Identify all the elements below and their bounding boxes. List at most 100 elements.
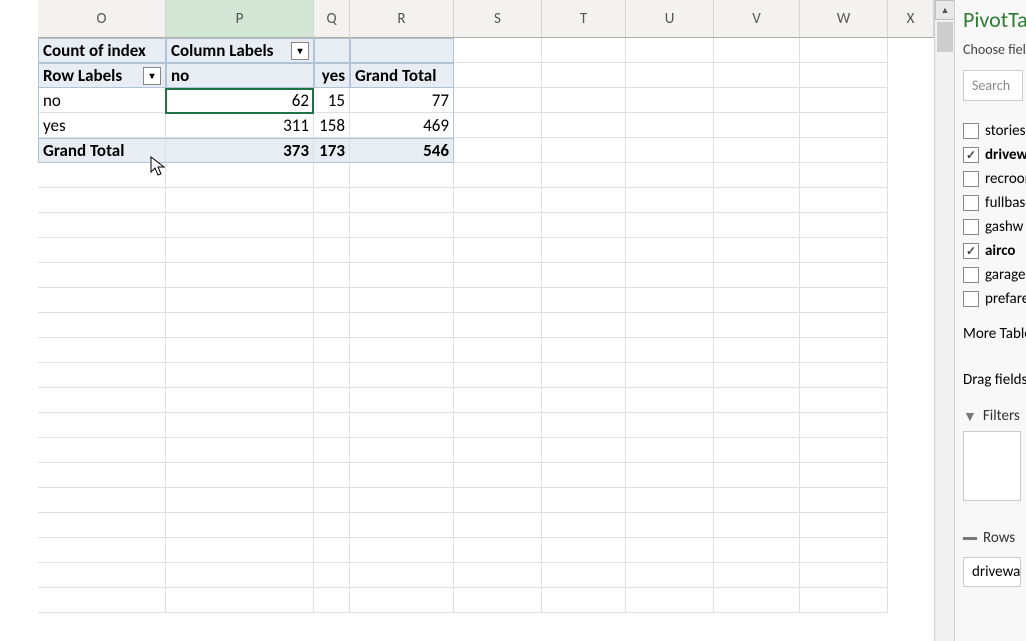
cell-r18-c2[interactable] bbox=[314, 463, 350, 488]
cell-r10-c2[interactable] bbox=[314, 263, 350, 288]
cell-r16-c7[interactable] bbox=[714, 413, 800, 438]
cell-r15-c6[interactable] bbox=[626, 388, 714, 413]
cell-r21-c5[interactable] bbox=[542, 538, 626, 563]
cell-r19-c5[interactable] bbox=[542, 488, 626, 513]
cell-r13-c6[interactable] bbox=[626, 338, 714, 363]
cell-r17-c7[interactable] bbox=[714, 438, 800, 463]
cell-r17-c3[interactable] bbox=[350, 438, 454, 463]
cell-r17-c2[interactable] bbox=[314, 438, 350, 463]
cell-r7-c6[interactable] bbox=[626, 188, 714, 213]
cell-s5[interactable] bbox=[454, 138, 542, 163]
cell-r16-c1[interactable] bbox=[166, 413, 314, 438]
field-stories[interactable]: stories bbox=[963, 119, 1026, 143]
cell-v2[interactable] bbox=[714, 63, 800, 88]
cell-q6[interactable] bbox=[314, 163, 350, 188]
col-header-t[interactable]: T bbox=[542, 0, 626, 38]
cell-r16-c3[interactable] bbox=[350, 413, 454, 438]
cell-r7-c5[interactable] bbox=[542, 188, 626, 213]
cell-s4[interactable] bbox=[454, 113, 542, 138]
cell-r8-c3[interactable] bbox=[350, 213, 454, 238]
cell-r22-c0[interactable] bbox=[38, 563, 166, 588]
field-airco[interactable]: airco bbox=[963, 239, 1026, 263]
cell-s6[interactable] bbox=[454, 163, 542, 188]
cell-r8-c4[interactable] bbox=[454, 213, 542, 238]
cell-r11-c8[interactable] bbox=[800, 288, 888, 313]
cell-r18-c7[interactable] bbox=[714, 463, 800, 488]
cell-r10-c0[interactable] bbox=[38, 263, 166, 288]
cell-r9-c8[interactable] bbox=[800, 238, 888, 263]
cell-r10-c5[interactable] bbox=[542, 263, 626, 288]
cell-r13-c8[interactable] bbox=[800, 338, 888, 363]
cell-r18-c1[interactable] bbox=[166, 463, 314, 488]
cell-u5[interactable] bbox=[626, 138, 714, 163]
cell-r8-c0[interactable] bbox=[38, 213, 166, 238]
cell-u4[interactable] bbox=[626, 113, 714, 138]
cell-r15-c3[interactable] bbox=[350, 388, 454, 413]
cell-r7-c7[interactable] bbox=[714, 188, 800, 213]
cell-r13-c0[interactable] bbox=[38, 338, 166, 363]
cell-r11-c0[interactable] bbox=[38, 288, 166, 313]
cell-r8-c2[interactable] bbox=[314, 213, 350, 238]
cell-r16-c0[interactable] bbox=[38, 413, 166, 438]
cell-r10-c7[interactable] bbox=[714, 263, 800, 288]
cell-r17-c0[interactable] bbox=[38, 438, 166, 463]
cell-r9-c7[interactable] bbox=[714, 238, 800, 263]
cell-yes-total[interactable]: 469 bbox=[350, 113, 454, 138]
cell-r20-c1[interactable] bbox=[166, 513, 314, 538]
cell-r9-c5[interactable] bbox=[542, 238, 626, 263]
cell-v4[interactable] bbox=[714, 113, 800, 138]
cell-r12-c1[interactable] bbox=[166, 313, 314, 338]
cell-r22-c2[interactable] bbox=[314, 563, 350, 588]
col-header-o[interactable]: O bbox=[38, 0, 166, 38]
cell-u6[interactable] bbox=[626, 163, 714, 188]
cell-r22-c7[interactable] bbox=[714, 563, 800, 588]
cell-r7-c4[interactable] bbox=[454, 188, 542, 213]
cell-r14-c5[interactable] bbox=[542, 363, 626, 388]
cell-t2[interactable] bbox=[542, 63, 626, 88]
cell-r16-c6[interactable] bbox=[626, 413, 714, 438]
cell-r21-c2[interactable] bbox=[314, 538, 350, 563]
grandtotal-no[interactable]: 373 bbox=[166, 138, 314, 163]
cell-r17-c4[interactable] bbox=[454, 438, 542, 463]
col-header-u[interactable]: U bbox=[626, 0, 714, 38]
field-driveway[interactable]: driveway bbox=[963, 143, 1026, 167]
cell-r20-c2[interactable] bbox=[314, 513, 350, 538]
column-labels-header[interactable]: Column Labels ▾ bbox=[166, 38, 314, 63]
cell-r19-c6[interactable] bbox=[626, 488, 714, 513]
cell-r9-c0[interactable] bbox=[38, 238, 166, 263]
field-garagepl[interactable]: garagepl bbox=[963, 263, 1026, 287]
cell-o6[interactable] bbox=[38, 163, 166, 188]
cell-no-no[interactable]: 62 bbox=[166, 88, 314, 113]
cell-r15-c7[interactable] bbox=[714, 388, 800, 413]
cell-r11-c3[interactable] bbox=[350, 288, 454, 313]
cell-r12-c2[interactable] bbox=[314, 313, 350, 338]
cell-r23-c6[interactable] bbox=[626, 588, 714, 613]
checkbox-icon[interactable] bbox=[963, 195, 979, 211]
cell-r21-c4[interactable] bbox=[454, 538, 542, 563]
row-labels-dropdown[interactable]: ▾ bbox=[143, 67, 161, 85]
cell-r17-c8[interactable] bbox=[800, 438, 888, 463]
cell-r22-c5[interactable] bbox=[542, 563, 626, 588]
cell-r23-c2[interactable] bbox=[314, 588, 350, 613]
cell-r22-c8[interactable] bbox=[800, 563, 888, 588]
cell-r7-c1[interactable] bbox=[166, 188, 314, 213]
cell-r12-c5[interactable] bbox=[542, 313, 626, 338]
more-tables-link[interactable]: More Tables... bbox=[955, 325, 1026, 343]
cell-t3[interactable] bbox=[542, 88, 626, 113]
cell-r13-c5[interactable] bbox=[542, 338, 626, 363]
cell-r19-c3[interactable] bbox=[350, 488, 454, 513]
cell-r9-c2[interactable] bbox=[314, 238, 350, 263]
cell-r8-c5[interactable] bbox=[542, 213, 626, 238]
cell-r14-c4[interactable] bbox=[454, 363, 542, 388]
cell-r19-c1[interactable] bbox=[166, 488, 314, 513]
cell-r20-c4[interactable] bbox=[454, 513, 542, 538]
cell-r13-c1[interactable] bbox=[166, 338, 314, 363]
cell-r23-c4[interactable] bbox=[454, 588, 542, 613]
cell-yes-yes[interactable]: 158 bbox=[314, 113, 350, 138]
cell-u1[interactable] bbox=[626, 38, 714, 63]
column-labels-dropdown[interactable]: ▾ bbox=[291, 42, 309, 60]
cell-r18-c6[interactable] bbox=[626, 463, 714, 488]
cell-r7-c3[interactable] bbox=[350, 188, 454, 213]
cell-t6[interactable] bbox=[542, 163, 626, 188]
field-fullbase[interactable]: fullbase bbox=[963, 191, 1026, 215]
